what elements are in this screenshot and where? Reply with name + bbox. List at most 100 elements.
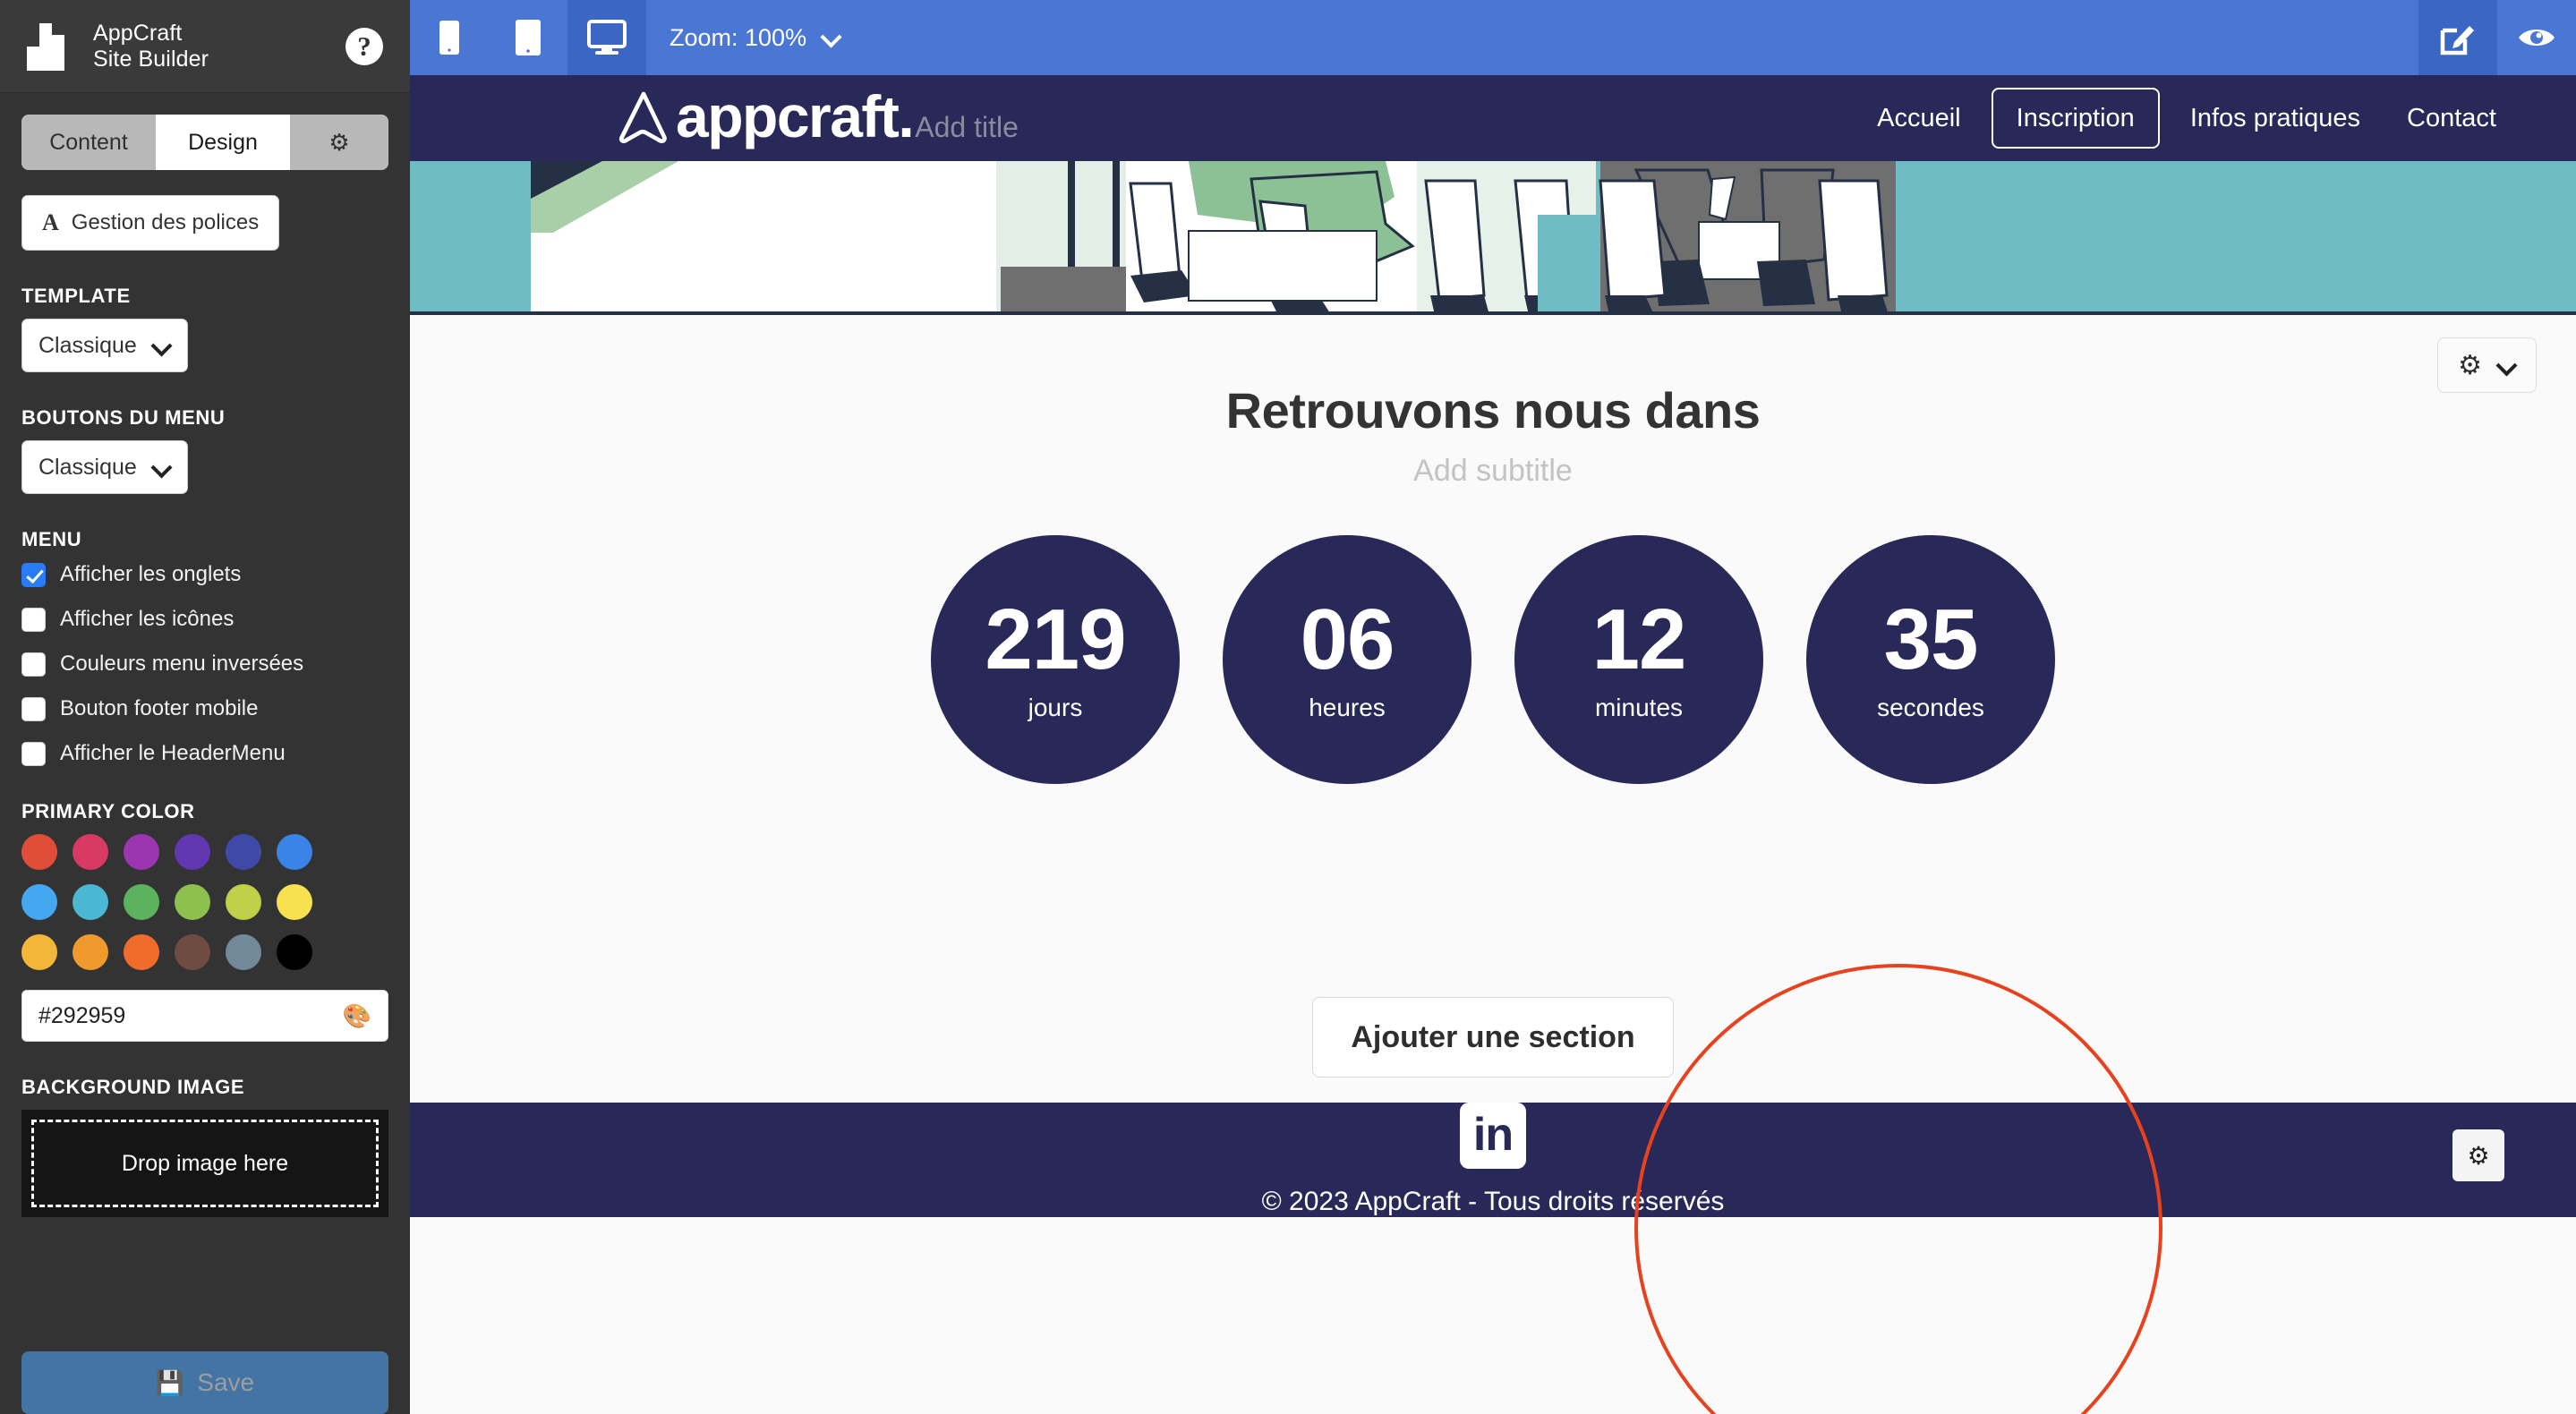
menu-label: MENU [21, 528, 82, 550]
section-settings-button[interactable]: ⚙ [2437, 337, 2537, 393]
checkbox-label: Afficher les onglets [60, 562, 242, 586]
menu-buttons-label: BOUTONS DU MENU [21, 406, 226, 429]
help-icon[interactable]: ? [345, 27, 383, 65]
color-swatch-5[interactable] [277, 834, 312, 870]
device-desktop-button[interactable] [567, 0, 646, 75]
color-swatch-15[interactable] [175, 934, 210, 970]
desktop-icon [587, 20, 627, 55]
save-button-label: Save [197, 1368, 255, 1396]
countdown-days: 219 jours [931, 535, 1180, 784]
countdown-section: ⚙ Retrouvons nous dans Add subtitle 219 … [410, 315, 2576, 1103]
tab-content[interactable]: Content [21, 115, 156, 170]
palette-icon[interactable]: 🎨 [343, 1002, 371, 1030]
hex-color-input[interactable]: #292959 🎨 [21, 990, 388, 1042]
checkbox-box[interactable] [21, 562, 46, 587]
color-swatch-13[interactable] [73, 934, 108, 970]
color-swatch-11[interactable] [277, 884, 312, 920]
site-logo[interactable]: appcraft. Add title [410, 83, 1019, 149]
color-swatch-list [21, 834, 362, 970]
nav-item-inscription[interactable]: Inscription [1991, 88, 2160, 149]
checkbox-label: Afficher les icônes [60, 607, 235, 631]
primary-color-label: PRIMARY COLOR [21, 800, 195, 822]
linkedin-label: in [1472, 1109, 1514, 1162]
add-section-button[interactable]: Ajouter une section [1312, 997, 1674, 1078]
chevron-down-icon [153, 458, 171, 476]
checkbox-box[interactable] [21, 607, 46, 632]
color-swatch-16[interactable] [226, 934, 261, 970]
template-select[interactable]: Classique [21, 319, 188, 372]
save-button[interactable]: 💾 Save [21, 1351, 388, 1414]
checkbox-afficher-le-headermenu[interactable]: Afficher le HeaderMenu [21, 741, 388, 766]
site-logo-word: appcraft. [676, 83, 915, 149]
menu-buttons-select[interactable]: Classique [21, 440, 188, 494]
color-swatch-0[interactable] [21, 834, 57, 870]
color-swatch-2[interactable] [124, 834, 159, 870]
nav-item-accueil[interactable]: Accueil [1854, 75, 1984, 161]
color-swatch-4[interactable] [226, 834, 261, 870]
checkbox-box[interactable] [21, 696, 46, 721]
countdown-unit: heures [1309, 694, 1386, 721]
zoom-control[interactable]: Zoom: 100% [646, 0, 864, 75]
color-swatch-9[interactable] [175, 884, 210, 920]
footer-settings-button[interactable]: ⚙ [2452, 1129, 2504, 1181]
zoom-label: Zoom: 100% [670, 23, 807, 51]
chevron-down-icon [153, 336, 171, 354]
edit-icon [2440, 26, 2474, 55]
color-swatch-6[interactable] [21, 884, 57, 920]
add-section-wrap: Ajouter une section [410, 997, 2576, 1078]
brand: AppCraft Site Builder [27, 21, 345, 72]
nav-item-infos-pratiques[interactable]: Infos pratiques [2167, 75, 2384, 161]
color-swatch-3[interactable] [175, 834, 210, 870]
hex-color-value: #292959 [38, 1002, 126, 1028]
mobile-icon [439, 21, 459, 55]
dropzone-text: Drop image here [31, 1120, 379, 1207]
site-footer: ⚙ in © 2023 AppCraft - Tous droits réser… [410, 1103, 2576, 1217]
countdown-value: 35 [1883, 592, 1979, 687]
checkbox-couleurs-menu-inversees[interactable]: Couleurs menu inversées [21, 652, 388, 677]
color-swatch-8[interactable] [124, 884, 159, 920]
site-canvas: appcraft. Add title Accueil Inscription … [410, 75, 2576, 1414]
color-swatch-14[interactable] [124, 934, 159, 970]
left-sidebar: AppCraft Site Builder ? Content Design ⚙… [0, 0, 410, 1414]
brand-text: AppCraft Site Builder [93, 21, 209, 72]
color-swatch-1[interactable] [73, 834, 108, 870]
checkbox-bouton-footer-mobile[interactable]: Bouton footer mobile [21, 696, 388, 721]
site-title-placeholder[interactable]: Add title [915, 111, 1019, 144]
countdown-unit: jours [1028, 694, 1083, 721]
sidebar-body: A Gestion des polices TEMPLATE Classique… [0, 170, 410, 1332]
sidebar-header: AppCraft Site Builder ? [0, 0, 410, 93]
brand-line-2: Site Builder [93, 46, 209, 72]
edit-mode-button[interactable] [2418, 0, 2497, 75]
checkbox-box[interactable] [21, 741, 46, 766]
linkedin-icon[interactable]: in [1460, 1103, 1526, 1169]
hero-illustration[interactable] [410, 161, 2576, 315]
section-subtitle[interactable]: Add subtitle [410, 454, 2576, 489]
tab-design[interactable]: Design [156, 115, 290, 170]
chevron-down-icon [2498, 356, 2516, 374]
checkbox-box[interactable] [21, 652, 46, 677]
tab-settings-gear-icon[interactable]: ⚙ [290, 115, 388, 170]
checkbox-afficher-les-onglets[interactable]: Afficher les onglets [21, 562, 388, 587]
countdown-value: 12 [1591, 592, 1687, 687]
chevron-down-icon [823, 29, 840, 47]
font-management-button[interactable]: A Gestion des polices [21, 195, 280, 251]
template-label: TEMPLATE [21, 285, 131, 307]
preview-button[interactable] [2497, 0, 2576, 75]
color-swatch-10[interactable] [226, 884, 261, 920]
site-nav: Accueil Inscription Infos pratiques Cont… [1854, 75, 2576, 161]
device-tablet-button[interactable] [489, 0, 567, 75]
checkbox-label: Couleurs menu inversées [60, 652, 304, 676]
color-swatch-17[interactable] [277, 934, 312, 970]
background-image-dropzone[interactable]: Drop image here [21, 1110, 388, 1217]
editor-toolbar: Zoom: 100% [410, 0, 2576, 75]
device-mobile-button[interactable] [410, 0, 489, 75]
checkbox-afficher-les-icones[interactable]: Afficher les icônes [21, 607, 388, 632]
section-title[interactable]: Retrouvons nous dans [410, 381, 2576, 439]
sidebar-tabs: Content Design ⚙ [21, 115, 388, 170]
nav-item-contact[interactable]: Contact [2384, 75, 2520, 161]
color-swatch-12[interactable] [21, 934, 57, 970]
color-swatch-7[interactable] [73, 884, 108, 920]
appcraft-logo-icon [27, 22, 77, 71]
background-image-label: BACKGROUND IMAGE [21, 1076, 245, 1098]
countdown-unit: minutes [1594, 694, 1684, 721]
